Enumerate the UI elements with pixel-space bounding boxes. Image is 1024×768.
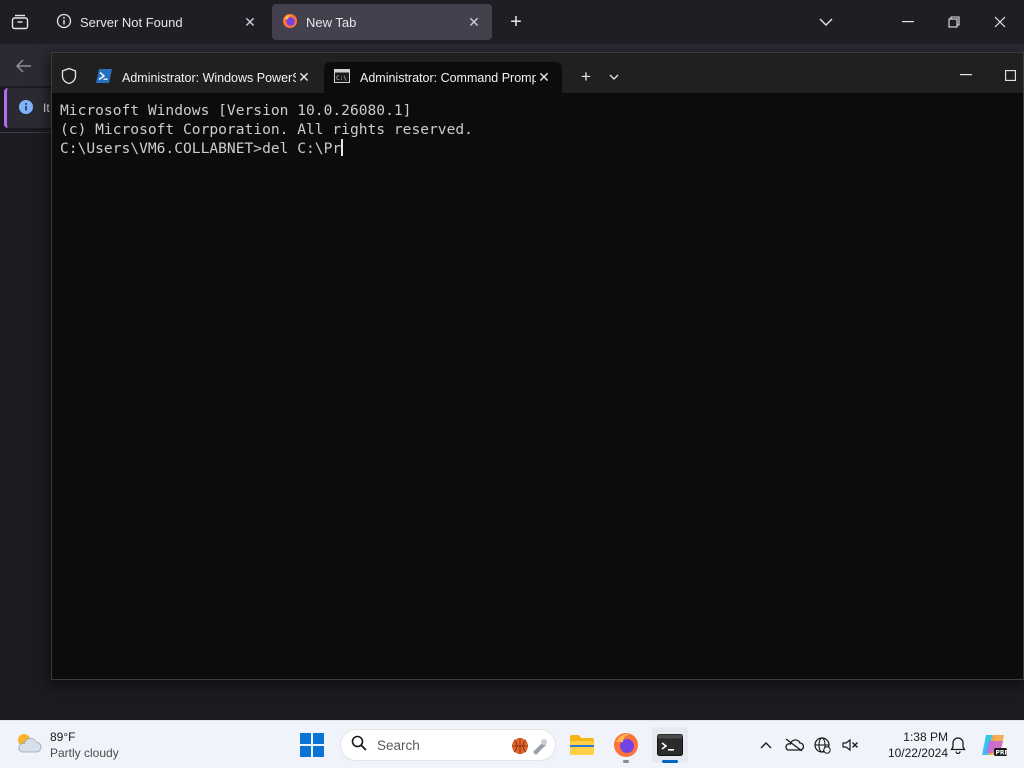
clock-time: 1:38 PM bbox=[903, 730, 948, 744]
restore-icon[interactable] bbox=[940, 8, 968, 36]
system-tray bbox=[752, 731, 864, 759]
minimize-icon[interactable] bbox=[952, 63, 980, 87]
copilot-icon[interactable]: PRE bbox=[980, 731, 1009, 759]
search-label: Search bbox=[377, 737, 420, 753]
active-indicator bbox=[662, 760, 678, 763]
notification-text: It bbox=[43, 101, 50, 115]
close-icon[interactable]: ✕ bbox=[536, 69, 552, 86]
shield-icon bbox=[60, 67, 80, 87]
taskbar-clock[interactable]: 1:38 PM 10/22/2024 bbox=[872, 729, 948, 761]
close-icon[interactable]: ✕ bbox=[466, 14, 482, 30]
close-icon[interactable]: ✕ bbox=[296, 69, 312, 86]
terminal-window: Administrator: Windows PowerShell ✕ C:\ … bbox=[51, 52, 1024, 680]
new-tab-plus-icon[interactable]: + bbox=[574, 65, 598, 89]
terminal-prompt-line: C:\Users\VM6.COLLABNET>del C:\Pr bbox=[60, 139, 1015, 158]
info-icon bbox=[56, 13, 72, 32]
search-highlight-basketball-icon bbox=[511, 736, 551, 756]
firefox-tab-label: New Tab bbox=[306, 14, 357, 30]
minimize-icon[interactable] bbox=[894, 8, 922, 36]
network-globe-icon[interactable] bbox=[808, 731, 836, 759]
new-tab-plus-icon[interactable]: + bbox=[504, 10, 528, 34]
command-prompt-icon: C:\ bbox=[334, 69, 350, 86]
firefox-tab-server-not-found[interactable]: Server Not Found ✕ bbox=[46, 4, 268, 40]
maximize-icon[interactable] bbox=[998, 63, 1022, 87]
svg-text:PRE: PRE bbox=[996, 750, 1009, 757]
weather-condition: Partly cloudy bbox=[50, 746, 119, 760]
firefox-view-icon[interactable] bbox=[8, 10, 32, 34]
taskbar-search-box[interactable]: Search bbox=[340, 729, 556, 761]
chevron-down-icon[interactable] bbox=[604, 65, 624, 89]
clock-date: 10/22/2024 bbox=[887, 746, 948, 760]
terminal-tab-label: Administrator: Windows PowerShell bbox=[122, 70, 296, 85]
terminal-tab-label: Administrator: Command Prompt bbox=[360, 70, 536, 85]
firefox-tab-bar: Server Not Found ✕ New Tab ✕ + bbox=[0, 0, 1024, 44]
chevron-up-icon[interactable] bbox=[752, 731, 780, 759]
partly-cloudy-icon bbox=[14, 730, 42, 761]
terminal-line: Microsoft Windows [Version 10.0.26080.1] bbox=[60, 102, 412, 119]
terminal-tab-powershell[interactable]: Administrator: Windows PowerShell ✕ bbox=[86, 62, 322, 93]
terminal-title-bar: Administrator: Windows PowerShell ✕ C:\ … bbox=[52, 53, 1023, 93]
weather-widget[interactable]: 89°F Partly cloudy bbox=[14, 725, 119, 765]
divider bbox=[0, 132, 52, 133]
windows-start-icon[interactable] bbox=[300, 733, 326, 759]
terminal-output[interactable]: Microsoft Windows [Version 10.0.26080.1]… bbox=[60, 101, 1015, 671]
running-indicator bbox=[623, 760, 629, 763]
onedrive-offline-icon[interactable] bbox=[780, 731, 808, 759]
info-icon bbox=[19, 99, 33, 117]
terminal-line: (c) Microsoft Corporation. All rights re… bbox=[60, 121, 473, 138]
close-window-icon[interactable] bbox=[986, 8, 1014, 36]
taskbar: 89°F Partly cloudy Search 1:38 PM 10/22/… bbox=[0, 720, 1024, 768]
terminal-icon[interactable] bbox=[652, 727, 688, 763]
file-explorer-icon[interactable] bbox=[564, 727, 600, 763]
terminal-command-text: C:\Users\VM6.COLLABNET>del C:\Pr bbox=[60, 140, 342, 157]
powershell-icon bbox=[96, 69, 112, 86]
weather-temperature: 89°F bbox=[50, 730, 76, 744]
firefox-tab-new-tab[interactable]: New Tab ✕ bbox=[272, 4, 492, 40]
notification-bell-icon[interactable] bbox=[946, 733, 970, 757]
back-arrow-icon[interactable] bbox=[12, 54, 36, 78]
firefox-icon[interactable] bbox=[608, 727, 644, 763]
text-cursor bbox=[341, 139, 343, 156]
firefox-tab-label: Server Not Found bbox=[80, 14, 183, 30]
list-all-tabs-chevron-icon[interactable] bbox=[812, 8, 840, 36]
close-icon[interactable]: ✕ bbox=[242, 14, 258, 30]
firefox-logo-icon bbox=[282, 13, 298, 32]
terminal-tab-command-prompt[interactable]: C:\ Administrator: Command Prompt ✕ bbox=[324, 62, 562, 93]
volume-muted-icon[interactable] bbox=[836, 731, 864, 759]
svg-text:C:\: C:\ bbox=[336, 75, 347, 82]
search-icon bbox=[351, 735, 367, 756]
